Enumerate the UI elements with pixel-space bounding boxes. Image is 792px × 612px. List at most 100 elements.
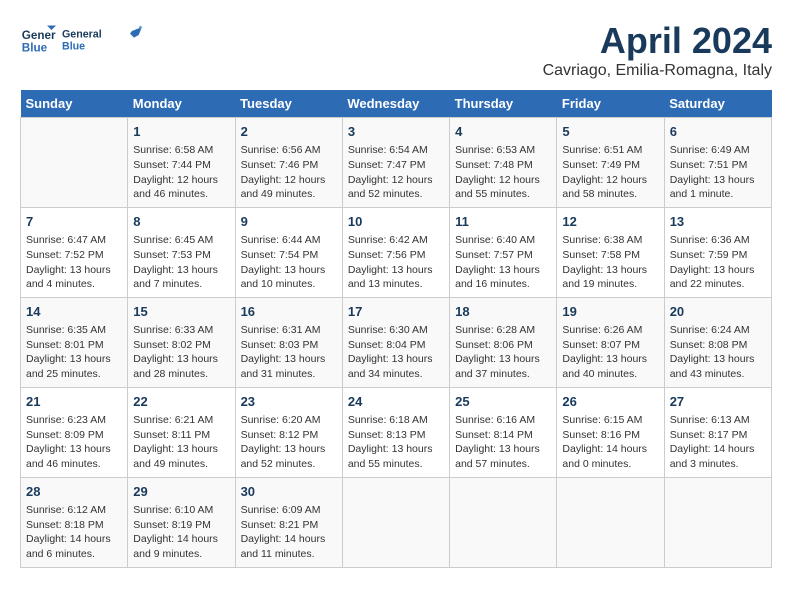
calendar-cell: [557, 477, 664, 567]
calendar-week-row: 7Sunrise: 6:47 AM Sunset: 7:52 PM Daylig…: [21, 207, 772, 297]
day-info: Sunrise: 6:56 AM Sunset: 7:46 PM Dayligh…: [241, 143, 337, 202]
day-info: Sunrise: 6:13 AM Sunset: 8:17 PM Dayligh…: [670, 413, 766, 472]
day-number: 16: [241, 303, 337, 321]
calendar-week-row: 28 Sunrise: 6:12 AM Sunset: 8:18 PM Dayli…: [21, 477, 772, 567]
day-number: 12: [562, 213, 658, 231]
day-info: Sunrise: 6:42 AM Sunset: 7:56 PM Dayligh…: [348, 233, 444, 292]
calendar-cell: [342, 477, 449, 567]
calendar-cell: 15 Sunrise: 6:33 AM Sunset: 8:02 PM Dayli…: [128, 297, 235, 387]
calendar-cell: 3 Sunrise: 6:54 AM Sunset: 7:47 PM Daylig…: [342, 118, 449, 208]
calendar-cell: 20Sunrise: 6:24 AM Sunset: 8:08 PM Dayli…: [664, 297, 771, 387]
calendar-header-tuesday: Tuesday: [235, 90, 342, 118]
calendar-cell: [450, 477, 557, 567]
calendar-cell: [21, 118, 128, 208]
calendar-cell: 14Sunrise: 6:35 AM Sunset: 8:01 PM Dayli…: [21, 297, 128, 387]
day-info: Sunrise: 6:20 AM Sunset: 8:12 PM Dayligh…: [241, 413, 337, 472]
calendar-header-monday: Monday: [128, 90, 235, 118]
calendar-header-friday: Friday: [557, 90, 664, 118]
day-number: 24: [348, 393, 444, 411]
calendar-cell: 13 Sunrise: 6:36 AM Sunset: 7:59 PM Dayli…: [664, 207, 771, 297]
calendar-cell: 6 Sunrise: 6:49 AM Sunset: 7:51 PM Daylig…: [664, 118, 771, 208]
day-info: Sunrise: 6:28 AM Sunset: 8:06 PM Dayligh…: [455, 323, 551, 382]
day-info: Sunrise: 6:12 AM Sunset: 8:18 PM Dayligh…: [26, 503, 122, 562]
day-info: Sunrise: 6:10 AM Sunset: 8:19 PM Dayligh…: [133, 503, 229, 562]
svg-text:General: General: [62, 29, 102, 41]
day-info: Sunrise: 6:26 AM Sunset: 8:07 PM Dayligh…: [562, 323, 658, 382]
day-number: 3: [348, 123, 444, 141]
calendar-week-row: 14Sunrise: 6:35 AM Sunset: 8:01 PM Dayli…: [21, 297, 772, 387]
day-info: Sunrise: 6:33 AM Sunset: 8:02 PM Dayligh…: [133, 323, 229, 382]
day-info: Sunrise: 6:53 AM Sunset: 7:48 PM Dayligh…: [455, 143, 551, 202]
logo: General Blue General Blue: [20, 20, 142, 58]
logo-icon: General Blue: [20, 21, 56, 57]
calendar-cell: 28 Sunrise: 6:12 AM Sunset: 8:18 PM Dayli…: [21, 477, 128, 567]
page-header: General Blue General Blue April 2024 Cav…: [20, 20, 772, 80]
day-number: 15: [133, 303, 229, 321]
calendar-cell: 24 Sunrise: 6:18 AM Sunset: 8:13 PM Dayli…: [342, 387, 449, 477]
calendar-cell: 19 Sunrise: 6:26 AM Sunset: 8:07 PM Dayli…: [557, 297, 664, 387]
day-number: 18: [455, 303, 551, 321]
day-number: 23: [241, 393, 337, 411]
day-number: 13: [670, 213, 766, 231]
day-info: Sunrise: 6:49 AM Sunset: 7:51 PM Dayligh…: [670, 143, 766, 202]
calendar-cell: 5 Sunrise: 6:51 AM Sunset: 7:49 PM Daylig…: [557, 118, 664, 208]
day-number: 22: [133, 393, 229, 411]
day-number: 17: [348, 303, 444, 321]
day-info: Sunrise: 6:38 AM Sunset: 7:58 PM Dayligh…: [562, 233, 658, 292]
calendar-cell: 10Sunrise: 6:42 AM Sunset: 7:56 PM Dayli…: [342, 207, 449, 297]
calendar-week-row: 21Sunrise: 6:23 AM Sunset: 8:09 PM Dayli…: [21, 387, 772, 477]
calendar-cell: 22 Sunrise: 6:21 AM Sunset: 8:11 PM Dayli…: [128, 387, 235, 477]
day-info: Sunrise: 6:54 AM Sunset: 7:47 PM Dayligh…: [348, 143, 444, 202]
day-number: 7: [26, 213, 122, 231]
day-number: 19: [562, 303, 658, 321]
day-number: 9: [241, 213, 337, 231]
page-title: April 2024: [543, 20, 772, 62]
day-info: Sunrise: 6:18 AM Sunset: 8:13 PM Dayligh…: [348, 413, 444, 472]
day-number: 28: [26, 483, 122, 501]
day-number: 21: [26, 393, 122, 411]
day-number: 20: [670, 303, 766, 321]
calendar-cell: 16 Sunrise: 6:31 AM Sunset: 8:03 PM Dayli…: [235, 297, 342, 387]
calendar-cell: 11Sunrise: 6:40 AM Sunset: 7:57 PM Dayli…: [450, 207, 557, 297]
calendar-cell: 30Sunrise: 6:09 AM Sunset: 8:21 PM Dayli…: [235, 477, 342, 567]
day-info: Sunrise: 6:45 AM Sunset: 7:53 PM Dayligh…: [133, 233, 229, 292]
day-number: 25: [455, 393, 551, 411]
logo-bird-icon: General Blue: [62, 20, 142, 58]
day-number: 5: [562, 123, 658, 141]
calendar-cell: 8 Sunrise: 6:45 AM Sunset: 7:53 PM Daylig…: [128, 207, 235, 297]
calendar-header-saturday: Saturday: [664, 90, 771, 118]
calendar-header-wednesday: Wednesday: [342, 90, 449, 118]
svg-text:General: General: [22, 29, 56, 42]
day-info: Sunrise: 6:36 AM Sunset: 7:59 PM Dayligh…: [670, 233, 766, 292]
day-info: Sunrise: 6:15 AM Sunset: 8:16 PM Dayligh…: [562, 413, 658, 472]
calendar-cell: 25 Sunrise: 6:16 AM Sunset: 8:14 PM Dayli…: [450, 387, 557, 477]
day-info: Sunrise: 6:44 AM Sunset: 7:54 PM Dayligh…: [241, 233, 337, 292]
day-number: 27: [670, 393, 766, 411]
day-info: Sunrise: 6:35 AM Sunset: 8:01 PM Dayligh…: [26, 323, 122, 382]
calendar-header-row: SundayMondayTuesdayWednesdayThursdayFrid…: [21, 90, 772, 118]
calendar-cell: 4Sunrise: 6:53 AM Sunset: 7:48 PM Daylig…: [450, 118, 557, 208]
calendar-week-row: 1Sunrise: 6:58 AM Sunset: 7:44 PM Daylig…: [21, 118, 772, 208]
day-info: Sunrise: 6:21 AM Sunset: 8:11 PM Dayligh…: [133, 413, 229, 472]
day-info: Sunrise: 6:16 AM Sunset: 8:14 PM Dayligh…: [455, 413, 551, 472]
day-info: Sunrise: 6:51 AM Sunset: 7:49 PM Dayligh…: [562, 143, 658, 202]
page-subtitle: Cavriago, Emilia-Romagna, Italy: [543, 62, 772, 80]
day-number: 30: [241, 483, 337, 501]
calendar-cell: 9 Sunrise: 6:44 AM Sunset: 7:54 PM Daylig…: [235, 207, 342, 297]
day-info: Sunrise: 6:30 AM Sunset: 8:04 PM Dayligh…: [348, 323, 444, 382]
calendar-cell: 2 Sunrise: 6:56 AM Sunset: 7:46 PM Daylig…: [235, 118, 342, 208]
calendar-header-thursday: Thursday: [450, 90, 557, 118]
calendar-cell: 23 Sunrise: 6:20 AM Sunset: 8:12 PM Dayli…: [235, 387, 342, 477]
day-number: 8: [133, 213, 229, 231]
calendar-cell: 26 Sunrise: 6:15 AM Sunset: 8:16 PM Dayli…: [557, 387, 664, 477]
calendar-header-sunday: Sunday: [21, 90, 128, 118]
day-number: 26: [562, 393, 658, 411]
day-number: 6: [670, 123, 766, 141]
calendar-cell: 1Sunrise: 6:58 AM Sunset: 7:44 PM Daylig…: [128, 118, 235, 208]
day-info: Sunrise: 6:31 AM Sunset: 8:03 PM Dayligh…: [241, 323, 337, 382]
day-number: 2: [241, 123, 337, 141]
day-info: Sunrise: 6:40 AM Sunset: 7:57 PM Dayligh…: [455, 233, 551, 292]
calendar-table: SundayMondayTuesdayWednesdayThursdayFrid…: [20, 90, 772, 568]
title-area: April 2024 Cavriago, Emilia-Romagna, Ita…: [543, 20, 772, 80]
calendar-cell: 27 Sunrise: 6:13 AM Sunset: 8:17 PM Dayli…: [664, 387, 771, 477]
